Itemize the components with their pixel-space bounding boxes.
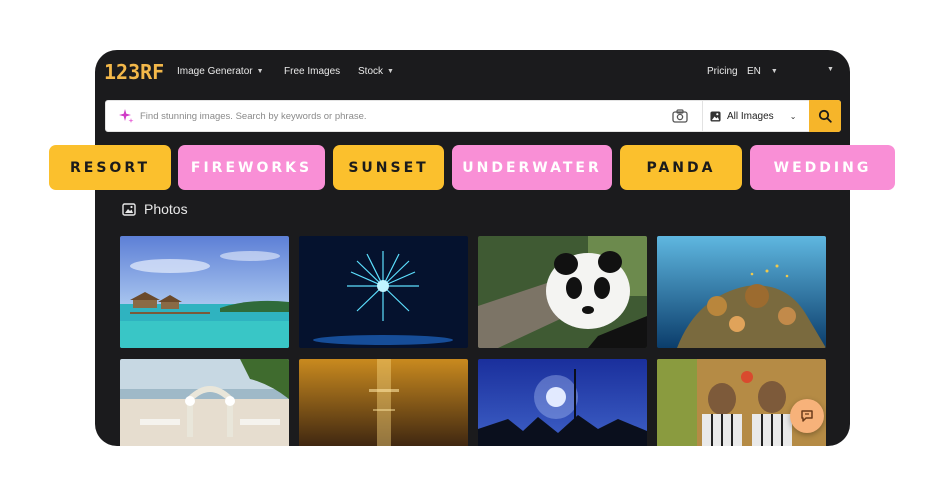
image-icon — [122, 202, 136, 216]
nav-pricing-label: Pricing — [707, 66, 738, 77]
photo-beach-wedding-arch[interactable] — [120, 359, 289, 446]
nav-free-images-label: Free Images — [284, 66, 341, 77]
app-window: 123RF Image Generator ▼ Free Images Stoc… — [95, 50, 850, 446]
sparkle-icon — [119, 109, 134, 123]
language-label: EN — [747, 66, 761, 77]
photo-silhouette-night[interactable] — [478, 359, 647, 446]
photo-fireworks[interactable] — [299, 236, 468, 348]
photo-tropical-resort[interactable] — [120, 236, 289, 348]
photo-panda[interactable] — [478, 236, 647, 348]
search-input[interactable] — [140, 101, 660, 131]
chip-fireworks[interactable]: FIREWORKS — [178, 145, 325, 190]
page: 123RF Image Generator ▼ Free Images Stoc… — [0, 0, 945, 496]
search-bar: All Images ⌄ — [105, 100, 841, 132]
top-nav: 123RF Image Generator ▼ Free Images Stoc… — [95, 50, 850, 94]
logo[interactable]: 123RF — [104, 60, 164, 84]
nav-pricing[interactable]: Pricing — [707, 66, 738, 77]
nav-free-images[interactable]: Free Images — [284, 66, 340, 77]
search-icon — [818, 109, 832, 123]
chip-sunset[interactable]: SUNSET — [333, 145, 444, 190]
photo-sunset-sea[interactable] — [299, 359, 468, 446]
chevron-down-icon: ▼ — [770, 68, 778, 75]
camera-icon[interactable] — [672, 109, 688, 123]
language-select[interactable]: EN ▼ — [747, 66, 778, 77]
chip-resort-label: RESORT — [69, 159, 151, 176]
chat-button[interactable] — [790, 399, 824, 433]
chevron-down-icon: ▼ — [827, 66, 834, 73]
image-icon — [710, 110, 721, 122]
section-heading: Photos — [122, 201, 188, 217]
search-button[interactable] — [809, 100, 841, 132]
photo-coral-reef[interactable] — [657, 236, 826, 348]
nav-stock-label: Stock — [358, 66, 384, 77]
account-menu[interactable]: ▼ — [827, 66, 834, 73]
chevron-down-icon: ▼ — [387, 68, 394, 75]
chevron-down-icon: ⌄ — [789, 111, 797, 121]
chip-sunset-label: SUNSET — [348, 159, 429, 176]
chip-panda[interactable]: PANDA — [620, 145, 742, 190]
chip-underwater[interactable]: UNDERWATER — [452, 145, 612, 190]
search-divider — [702, 101, 703, 131]
chat-icon — [801, 410, 813, 422]
section-title: Photos — [144, 201, 188, 217]
chip-wedding[interactable]: WEDDING — [750, 145, 895, 190]
chip-resort[interactable]: RESORT — [49, 145, 171, 190]
image-type-select[interactable]: All Images ⌄ — [710, 101, 806, 131]
chip-wedding-label: WEDDING — [773, 159, 872, 176]
nav-stock[interactable]: Stock ▼ — [358, 66, 394, 77]
chip-fireworks-label: FIREWORKS — [190, 159, 313, 176]
chevron-down-icon: ▼ — [256, 68, 264, 75]
image-type-label: All Images — [727, 110, 774, 122]
nav-image-generator-label: Image Generator — [177, 66, 253, 77]
chip-panda-label: PANDA — [646, 159, 716, 176]
chip-underwater-label: UNDERWATER — [462, 159, 602, 176]
nav-image-generator[interactable]: Image Generator ▼ — [177, 66, 264, 77]
